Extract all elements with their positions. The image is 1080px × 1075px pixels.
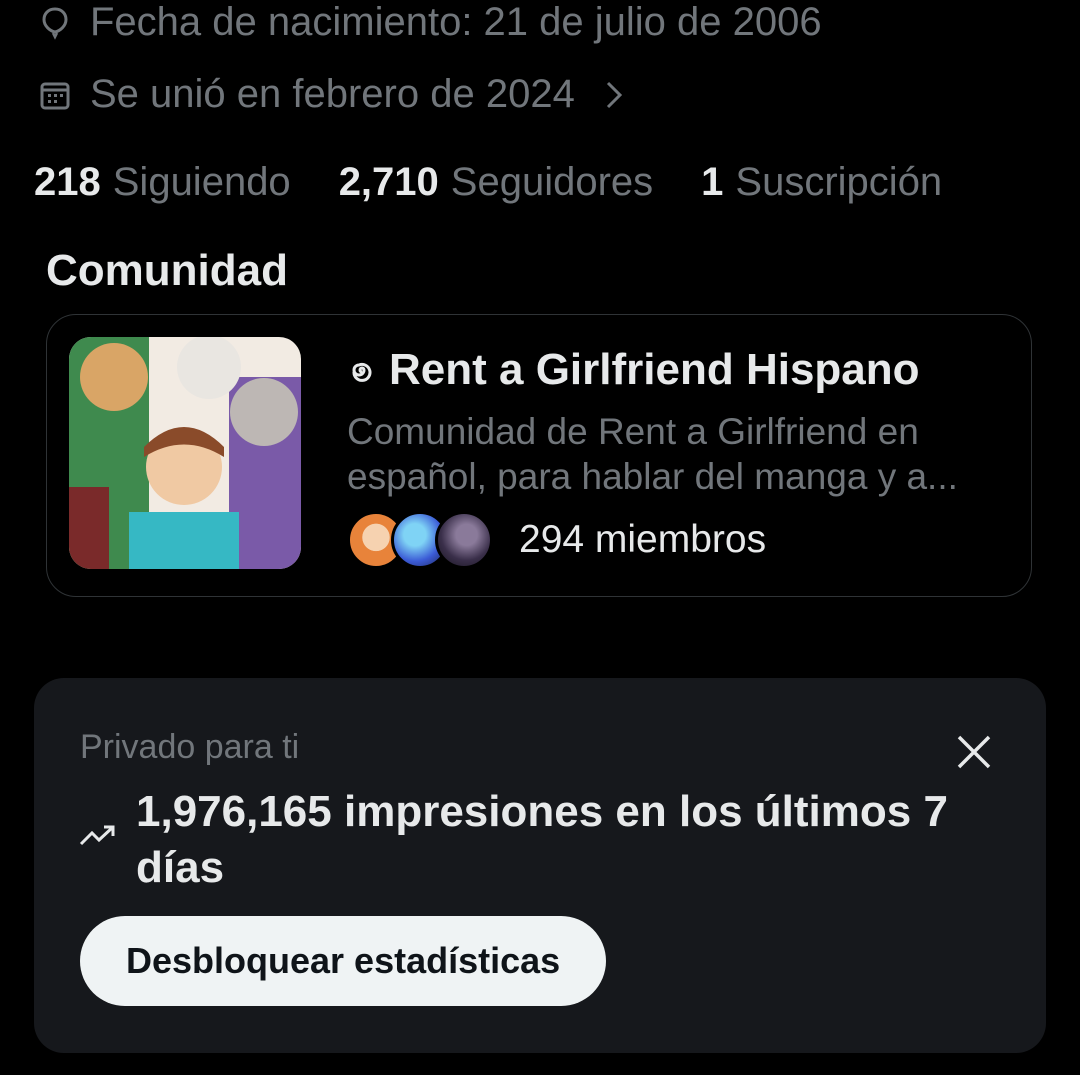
private-insights-card: Privado para ti 1,976,165 impresiones en…	[34, 678, 1046, 1053]
joined-date-row[interactable]: Se unió en febrero de 2024	[38, 72, 625, 117]
members-count: 294 miembros	[519, 518, 767, 561]
impressions-summary: 1,976,165 impresiones en los últimos 7 d…	[136, 787, 948, 892]
balloon-icon	[38, 6, 72, 40]
calendar-icon	[38, 78, 72, 112]
birth-date-row: Fecha de nacimiento: 21 de julio de 2006	[38, 0, 822, 45]
member-avatar	[435, 511, 493, 569]
private-label: Privado para ti	[80, 728, 300, 766]
followers-stat[interactable]: 2,710 Seguidores	[339, 160, 653, 205]
trend-up-icon	[78, 822, 118, 855]
unlock-stats-button[interactable]: Desbloquear estadísticas	[80, 916, 607, 1006]
spiral-icon	[347, 355, 377, 385]
community-thumbnail	[69, 337, 301, 569]
community-name[interactable]: Rent a Girlfriend Hispano	[347, 345, 920, 395]
community-card[interactable]: Rent a Girlfriend Hispano Comunidad de R…	[46, 314, 1032, 597]
community-description: Comunidad de Rent a Girlfriend en españo…	[347, 411, 958, 497]
following-stat[interactable]: 218 Siguiendo	[34, 160, 291, 205]
birth-date-text: Fecha de nacimiento: 21 de julio de 2006	[90, 0, 822, 44]
community-name-text: Rent a Girlfriend Hispano	[389, 345, 920, 394]
close-icon[interactable]	[954, 732, 994, 772]
followers-count: 2,710	[338, 160, 439, 204]
chevron-right-icon[interactable]	[603, 78, 625, 112]
profile-stats: 218 Siguiendo 2,710 Seguidores 1 Suscrip…	[34, 160, 990, 205]
following-count: 218	[34, 160, 101, 204]
community-members[interactable]: 294 miembros	[347, 511, 766, 569]
subscriptions-stat[interactable]: 1 Suscripción	[701, 160, 942, 205]
following-label: Siguiendo	[112, 160, 291, 204]
joined-date-text: Se unió en febrero de 2024	[90, 72, 575, 116]
subscriptions-label: Suscripción	[735, 160, 943, 204]
subscriptions-count: 1	[701, 160, 724, 204]
followers-label: Seguidores	[450, 160, 654, 204]
community-section-title: Comunidad	[46, 246, 288, 295]
